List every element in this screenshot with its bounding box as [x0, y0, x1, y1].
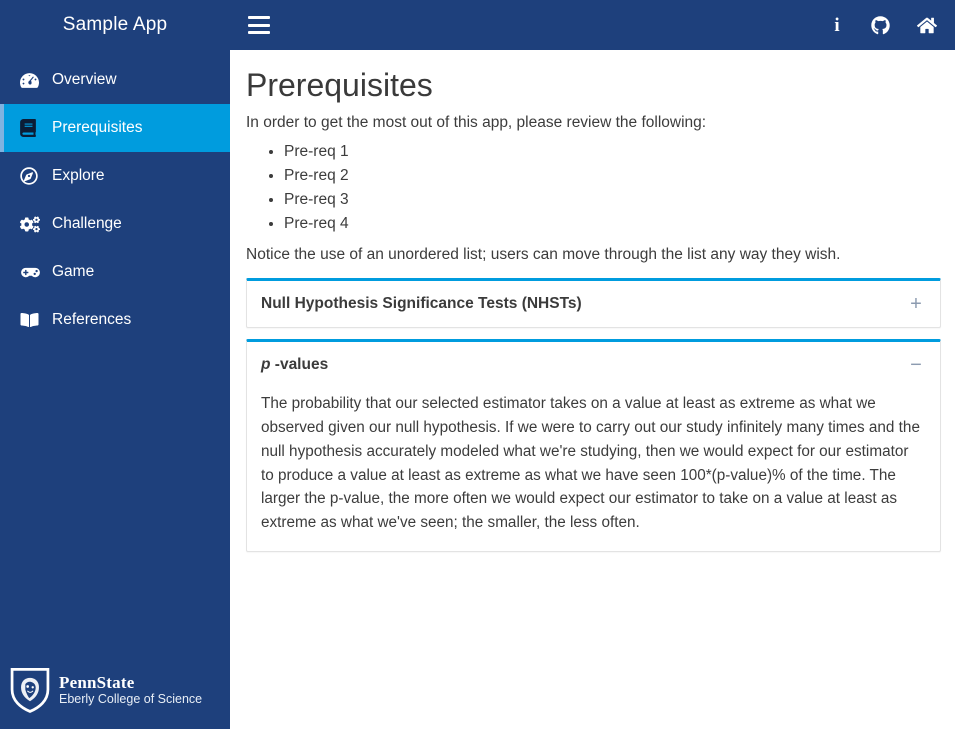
plus-icon[interactable]: +: [908, 294, 924, 314]
pennstate-logo-text: PennState Eberly College of Science: [59, 674, 202, 706]
sidebar-nav: Overview Prerequisites Explore Challenge…: [0, 56, 230, 344]
sidebar-item-label: Prerequisites: [52, 119, 143, 136]
sidebar-item-references[interactable]: References: [0, 296, 230, 344]
info-icon[interactable]: i: [830, 16, 844, 35]
github-icon[interactable]: [871, 15, 890, 35]
accordion-panel-pvalues: p -values − The probability that our sel…: [246, 339, 941, 552]
list-item: Pre-req 4: [284, 212, 941, 236]
list-item: Pre-req 3: [284, 188, 941, 212]
prerequisite-list: Pre-req 1 Pre-req 2 Pre-req 3 Pre-req 4: [246, 140, 941, 236]
accordion-title-rest: -values: [274, 356, 329, 374]
intro-paragraph: In order to get the most out of this app…: [246, 114, 707, 132]
pennstate-shield-icon: [10, 667, 50, 713]
minus-icon[interactable]: −: [908, 355, 924, 375]
sidebar-item-challenge[interactable]: Challenge: [0, 200, 230, 248]
accordion-title: Null Hypothesis Significance Tests (NHST…: [261, 295, 582, 313]
sidebar-item-explore[interactable]: Explore: [0, 152, 230, 200]
hamburger-icon[interactable]: [248, 16, 270, 34]
sidebar-item-label: Explore: [52, 167, 105, 184]
pennstate-logo: PennState Eberly College of Science: [10, 667, 202, 713]
open-book-icon: [20, 312, 44, 328]
sidebar-item-label: References: [52, 311, 132, 328]
note-paragraph: Notice the use of an unordered list; use…: [246, 246, 841, 264]
accordion-header-nhst[interactable]: Null Hypothesis Significance Tests (NHST…: [247, 281, 940, 327]
sidebar-item-label: Challenge: [52, 215, 122, 232]
page-content: Prerequisites In order to get the most o…: [230, 50, 955, 552]
main-area: i Prerequisites In order to get the most…: [230, 0, 955, 729]
navbar-icon-group: i: [830, 16, 937, 35]
list-item: Pre-req 1: [284, 140, 941, 164]
app-root: Sample App Overview Prerequisites Explor…: [0, 0, 955, 729]
compass-icon: [20, 167, 44, 185]
pennstate-name: PennState: [59, 673, 135, 693]
list-item: Pre-req 2: [284, 164, 941, 188]
sidebar-item-label: Game: [52, 263, 95, 280]
book-list-icon: [20, 119, 44, 137]
accordion: Null Hypothesis Significance Tests (NHST…: [246, 278, 941, 552]
accordion-panel-nhst: Null Hypothesis Significance Tests (NHST…: [246, 278, 941, 329]
accordion-title-italic-prefix: p: [261, 356, 271, 374]
accordion-body-pvalues: The probability that our selected estima…: [261, 395, 920, 531]
accordion-header-pvalues[interactable]: p -values −: [247, 342, 940, 388]
sidebar: Sample App Overview Prerequisites Explor…: [0, 0, 230, 729]
accordion-title: p -values: [261, 356, 328, 374]
gamepad-icon: [20, 265, 44, 280]
sidebar-item-game[interactable]: Game: [0, 248, 230, 296]
tachometer-icon: [20, 71, 44, 90]
pennstate-subtitle: Eberly College of Science: [59, 691, 203, 706]
page-title: Prerequisites: [246, 67, 433, 103]
app-title: Sample App: [62, 14, 168, 35]
home-icon[interactable]: [917, 16, 937, 35]
sidebar-item-prerequisites[interactable]: Prerequisites: [0, 104, 230, 152]
sidebar-item-overview[interactable]: Overview: [0, 56, 230, 104]
cogs-icon: [20, 215, 44, 233]
top-navbar: i: [230, 0, 955, 50]
sidebar-item-label: Overview: [52, 71, 117, 88]
